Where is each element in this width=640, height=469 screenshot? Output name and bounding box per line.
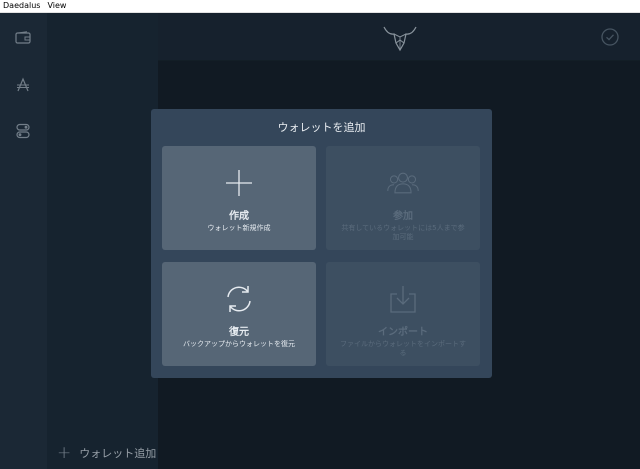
add-wallet-dialog: ウォレットを追加 作成 ウォレット新規作成 参加 共有しているウォレットには5人…	[151, 109, 492, 378]
restore-description: バックアップからウォレットを復元	[183, 340, 295, 348]
create-label: 作成	[229, 211, 249, 222]
refresh-icon	[222, 282, 256, 316]
import-description: ファイルからウォレットをインポートする	[340, 340, 466, 357]
menu-bar: Daedalus View	[0, 0, 640, 13]
import-icon	[386, 282, 420, 316]
plus-icon	[222, 166, 256, 200]
import-label: インポート	[378, 327, 428, 338]
join-description: 共有しているウォレットには5人まで参加可能	[341, 224, 465, 241]
create-description: ウォレット新規作成	[207, 224, 271, 232]
people-icon	[386, 166, 420, 200]
dialog-title: ウォレットを追加	[277, 121, 366, 134]
join-label: 参加	[393, 211, 413, 222]
create-wallet-button[interactable]: 作成 ウォレット新規作成	[162, 146, 316, 250]
menu-daedalus[interactable]: Daedalus	[3, 0, 40, 12]
restore-label: 復元	[229, 327, 249, 338]
restore-wallet-button[interactable]: 復元 バックアップからウォレットを復元	[162, 262, 316, 366]
menu-view[interactable]: View	[47, 0, 66, 12]
import-wallet-button: インポート ファイルからウォレットをインポートする	[326, 262, 480, 366]
join-wallet-button: 参加 共有しているウォレットには5人まで参加可能	[326, 146, 480, 250]
